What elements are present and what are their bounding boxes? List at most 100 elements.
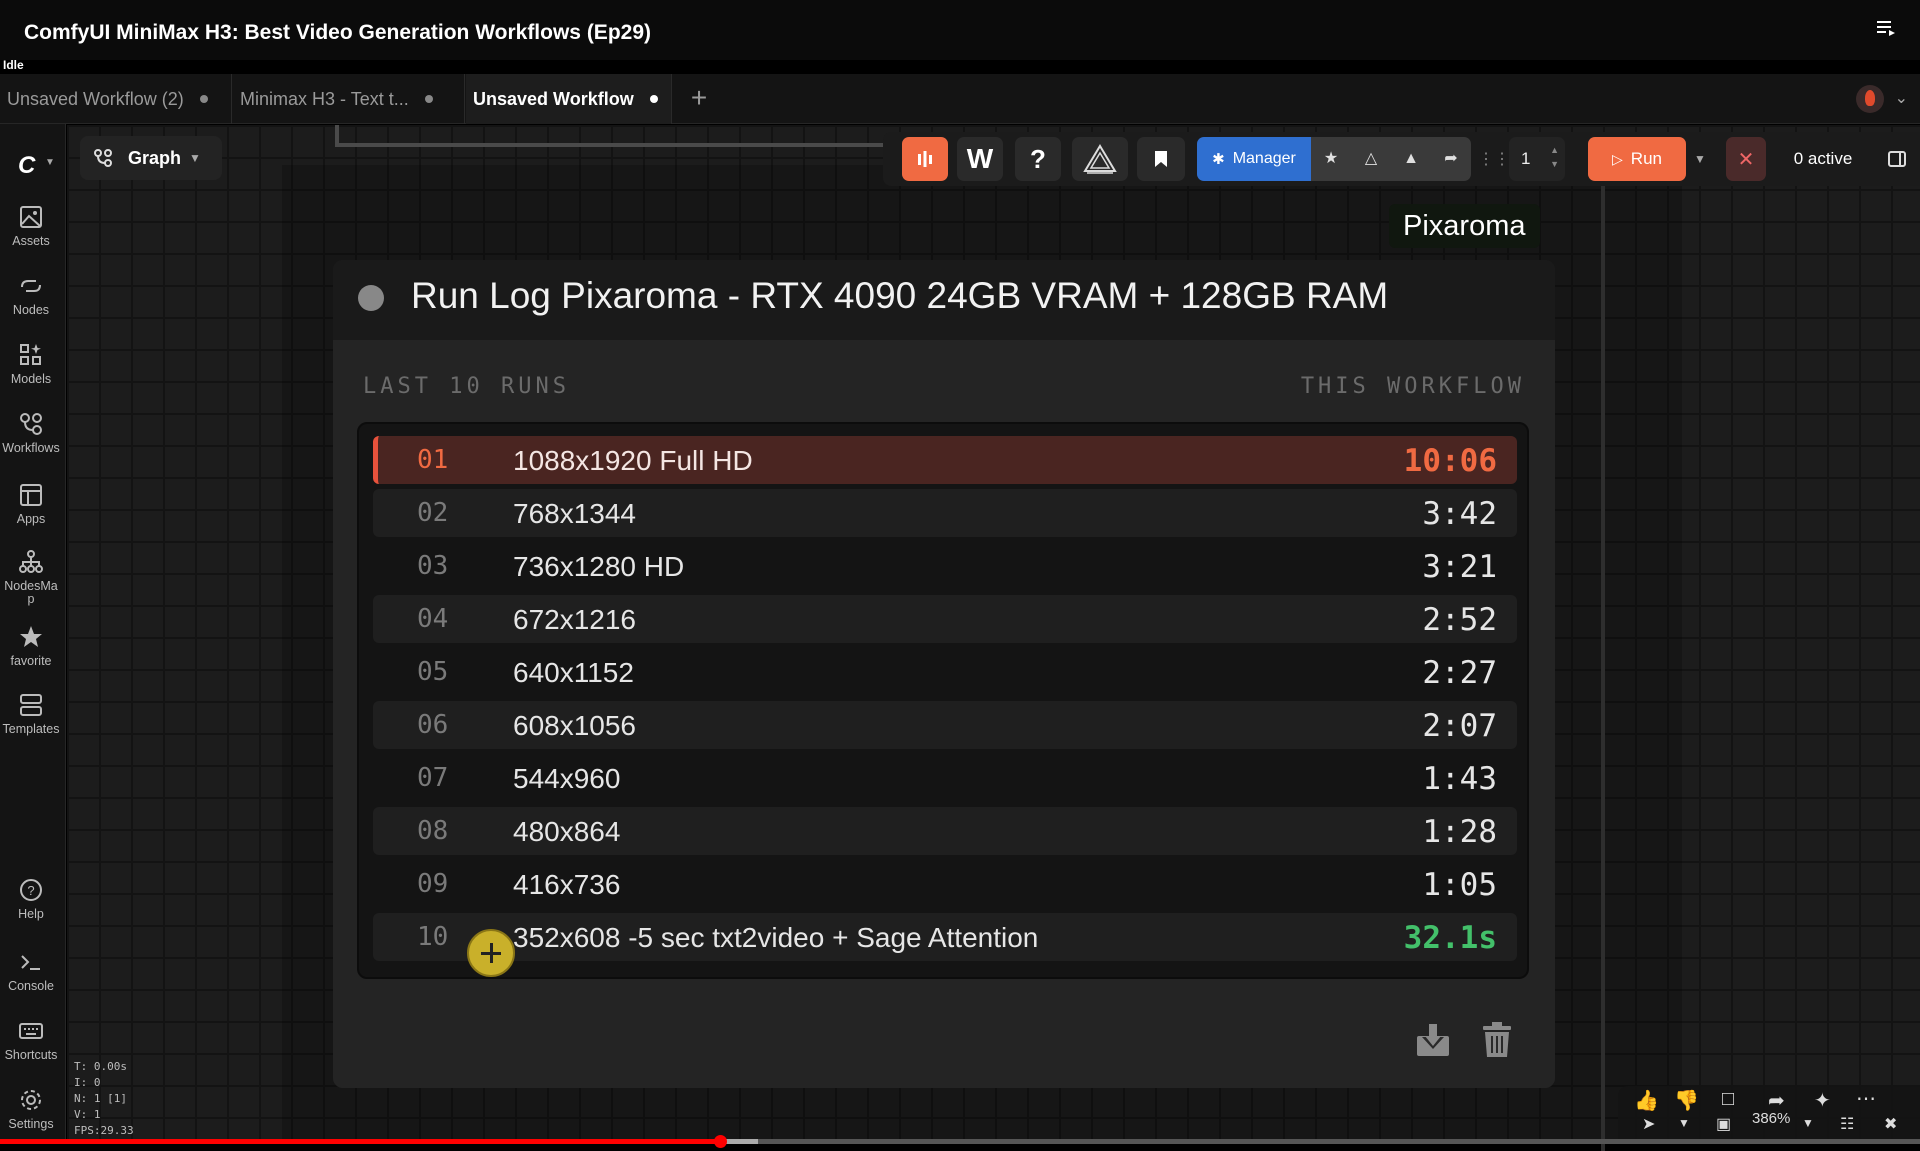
perf-stats: T: 0.00s I: 0 N: 1 [1] V: 1 FPS:29.33 — [74, 1059, 134, 1139]
share-icon[interactable]: ➦ — [1440, 148, 1462, 170]
playlist-icon[interactable] — [1876, 18, 1896, 38]
run-time: 32.1s — [1403, 920, 1497, 956]
zoom-level[interactable]: 386% — [1752, 1110, 1790, 1127]
left-sidebar: C ▼ Assets Nodes Models Workflows Apps N… — [0, 124, 66, 1144]
run-resolution: 640x1152 — [513, 657, 634, 688]
run-button[interactable]: ▷ Run — [1588, 137, 1686, 181]
stats-button[interactable] — [902, 137, 948, 181]
chevron-down-icon[interactable]: ▼ — [1802, 1116, 1814, 1130]
models-icon — [20, 344, 41, 365]
graph-selector[interactable]: Graph ▼ — [80, 136, 222, 180]
video-progress-bar[interactable] — [0, 1135, 1920, 1148]
this-workflow-label: THIS WORKFLOW — [1300, 374, 1525, 399]
sidebar-item-label: Settings — [8, 1117, 54, 1131]
run-index: 03 — [417, 551, 449, 581]
sidebar-item-workflows[interactable]: Workflows — [0, 411, 62, 455]
tab-unsaved-workflow-2[interactable]: Unsaved Workflow (2) — [0, 74, 232, 124]
w-button[interactable]: W — [957, 137, 1003, 181]
comment-icon[interactable]: □ — [1722, 1088, 1734, 1111]
run-time: 2:07 — [1422, 708, 1497, 744]
unsaved-dot-icon — [424, 95, 433, 103]
canvas-controls: 👍 👎 □ ➦ ✦ ⋯ ➤ ▼ ▣ 386% ▼ ☷ ✖ — [1618, 1086, 1920, 1142]
cancel-run-button[interactable]: ✕ — [1726, 137, 1766, 181]
tab-label: Unsaved Workflow (2) — [7, 88, 184, 109]
run-index: 07 — [417, 763, 449, 793]
thumbs-up-icon[interactable]: 👍 — [1634, 1088, 1659, 1113]
tab-label: Minimax H3 - Text t... — [240, 88, 409, 109]
thumbs-down-icon[interactable]: 👎 — [1674, 1088, 1699, 1113]
perf-i: I: 0 — [74, 1076, 101, 1089]
download-icon[interactable] — [1415, 1022, 1451, 1058]
run-log-node[interactable]: Run Log Pixaroma - RTX 4090 24GB VRAM + … — [333, 260, 1555, 1088]
sparkle-icon[interactable]: ✦ — [1814, 1088, 1831, 1113]
queue-count-input[interactable]: 1 ▲ ▼ — [1509, 137, 1565, 181]
sidebar-item-label: favorite — [10, 654, 52, 668]
sidebar-item-shortcuts[interactable]: Shortcuts — [0, 1018, 62, 1062]
sidebar-item-models[interactable]: Models — [0, 342, 62, 386]
trash-icon[interactable] — [1481, 1022, 1513, 1058]
sidebar-item-favorite[interactable]: favorite — [0, 624, 62, 668]
toggle-panel-button[interactable] — [1881, 137, 1913, 181]
sidebar-item-assets[interactable]: Assets — [0, 204, 62, 248]
run-label: Run — [1630, 149, 1662, 168]
model-b-icon[interactable]: ▲ — [1400, 148, 1422, 170]
minimap-icon[interactable]: ☷ — [1840, 1114, 1854, 1134]
brand-tag: Pixaroma — [1389, 204, 1540, 248]
chevron-down-icon[interactable]: ▼ — [45, 157, 55, 168]
sidebar-item-nodesmap[interactable]: NodesMa p — [0, 549, 62, 606]
table-row: 08 480x864 1:28 — [373, 807, 1517, 855]
run-resolution: 768x1344 — [513, 498, 637, 529]
sidebar-item-label: Console — [8, 979, 54, 993]
node-edge — [1601, 185, 1605, 1151]
sidebar-item-templates[interactable]: Templates — [0, 692, 62, 736]
progress-scrubber[interactable] — [714, 1135, 727, 1148]
perf-time: T: 0.00s — [74, 1060, 127, 1073]
sidebar-item-nodes[interactable]: Nodes — [0, 273, 62, 317]
perf-v: V: 1 — [74, 1108, 101, 1121]
run-resolution: 416x736 — [513, 869, 621, 900]
sidebar-item-help[interactable]: ? Help — [0, 877, 62, 921]
add-tab-button[interactable]: + — [684, 83, 714, 113]
sidebar-item-settings[interactable]: Settings — [0, 1087, 62, 1131]
pixaroma-logo-button[interactable] — [1072, 137, 1128, 181]
run-index: 10 — [417, 922, 449, 952]
chevron-down-icon[interactable]: ▼ — [1678, 1116, 1690, 1130]
nodesmap-icon — [19, 550, 43, 573]
tab-unsaved-workflow[interactable]: Unsaved Workflow — [466, 74, 672, 124]
sidebar-item-label: Templates — [2, 722, 60, 736]
run-index: 05 — [417, 657, 449, 687]
run-time: 3:42 — [1422, 496, 1497, 532]
link-toggle-icon[interactable]: ✖ — [1884, 1114, 1897, 1134]
bookmark-button[interactable] — [1137, 137, 1185, 181]
status-dot-icon[interactable] — [358, 285, 384, 311]
table-row: 07 544x960 1:43 — [373, 754, 1517, 802]
avatar[interactable] — [1856, 85, 1884, 113]
run-index: 06 — [417, 710, 449, 740]
table-row: 06 608x1056 2:07 — [373, 701, 1517, 749]
sidebar-item-console[interactable]: Console — [0, 949, 62, 993]
sidebar-item-apps[interactable]: Apps — [0, 482, 62, 526]
stepper-arrows-icon[interactable]: ▲ ▼ — [1550, 143, 1559, 171]
active-queue-label[interactable]: 0 active — [1776, 137, 1870, 181]
graph-label: Graph — [128, 147, 182, 168]
chevron-down-icon: ▼ — [189, 151, 201, 165]
drag-handle-icon[interactable]: ⋮⋮ — [1478, 137, 1510, 181]
sidebar-item-label: NodesMa p — [4, 579, 58, 606]
tab-minimax-h3[interactable]: Minimax H3 - Text t... — [233, 74, 465, 124]
run-index: 04 — [417, 604, 449, 634]
run-time: 2:52 — [1422, 602, 1497, 638]
chevron-down-icon[interactable]: ▼ — [1689, 137, 1711, 181]
pointer-icon[interactable]: ➤ — [1642, 1114, 1655, 1134]
star-icon[interactable]: ★ — [1320, 148, 1342, 170]
help-button[interactable]: ? — [1015, 137, 1061, 181]
manager-button[interactable]: ✱ Manager — [1197, 137, 1311, 181]
run-time: 2:27 — [1422, 655, 1497, 691]
fit-view-icon[interactable]: ▣ — [1716, 1114, 1731, 1134]
chevron-down-icon[interactable]: ⌄ — [1895, 88, 1908, 108]
workflow-icon — [20, 413, 42, 435]
comfy-logo-icon[interactable]: C — [18, 152, 35, 180]
run-resolution: 672x1216 — [513, 604, 637, 635]
model-a-icon[interactable]: △ — [1360, 148, 1382, 170]
more-icon[interactable]: ⋯ — [1856, 1086, 1876, 1111]
cursor-highlight — [467, 929, 515, 977]
